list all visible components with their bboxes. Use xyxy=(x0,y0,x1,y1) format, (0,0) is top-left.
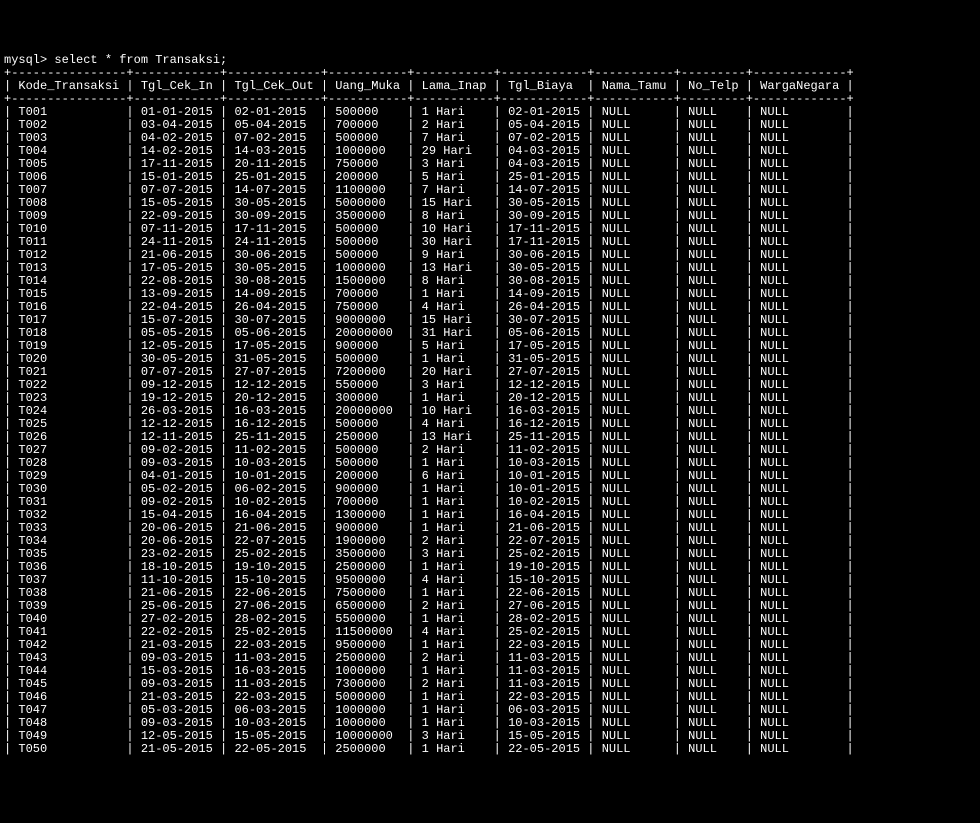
table-row: | T043 | 09-03-2015 | 11-03-2015 | 25000… xyxy=(4,652,976,665)
table-row: | T046 | 21-03-2015 | 22-03-2015 | 50000… xyxy=(4,691,976,704)
table-row: | T047 | 05-03-2015 | 06-03-2015 | 10000… xyxy=(4,704,976,717)
table-row: | T045 | 09-03-2015 | 11-03-2015 | 73000… xyxy=(4,678,976,691)
table-row: | T044 | 15-03-2015 | 16-03-2015 | 10000… xyxy=(4,665,976,678)
terminal-output: mysql> select * from Transaksi;+--------… xyxy=(4,54,976,756)
table-row: | T048 | 09-03-2015 | 10-03-2015 | 10000… xyxy=(4,717,976,730)
table-row: | T050 | 21-05-2015 | 22-05-2015 | 25000… xyxy=(4,743,976,756)
table-row: | T049 | 12-05-2015 | 15-05-2015 | 10000… xyxy=(4,730,976,743)
